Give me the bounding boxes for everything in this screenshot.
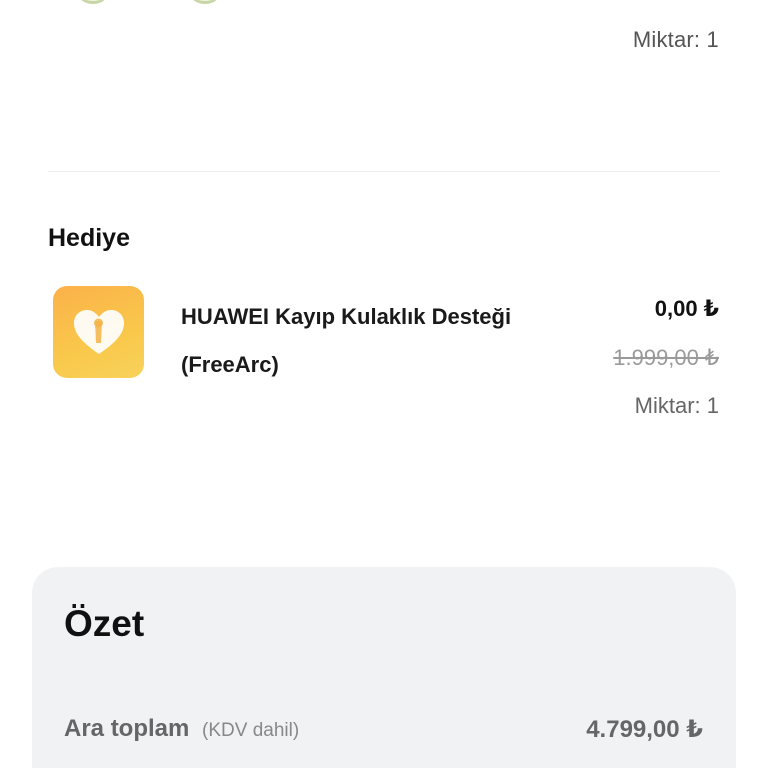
subtotal-tax-note: (KDV dahil) [202,720,300,741]
subtotal-label: Ara toplam (KDV dahil) [64,715,299,743]
gift-item-original-price: 1.999,00 ₺ [613,345,719,370]
section-divider [48,171,720,172]
gift-section-title: Hediye [48,224,130,252]
subtotal-label-text: Ara toplam [64,715,190,742]
heart-lock-glyph [73,310,124,354]
heart-lock-icon[interactable] [53,286,144,378]
previous-product-image[interactable] [76,0,226,6]
earbud-shape [188,0,222,4]
order-summary-card: Özet Ara toplam (KDV dahil) 4.799,00 ₺ [32,567,736,768]
gift-item-name[interactable]: HUAWEI Kayıp Kulaklık Desteği (FreeArc) [181,293,561,389]
cart-page: Miktar: 1 Hediye HUAWEI Kayıp Kulaklık D… [0,0,768,768]
gift-item-price: 0,00 ₺ [654,296,719,321]
summary-title: Özet [64,603,145,644]
subtotal-value: 4.799,00 ₺ [586,716,703,743]
earbud-shape [76,0,110,4]
gift-item-quantity: Miktar: 1 [634,393,719,418]
previous-item-quantity: Miktar: 1 [632,27,719,52]
